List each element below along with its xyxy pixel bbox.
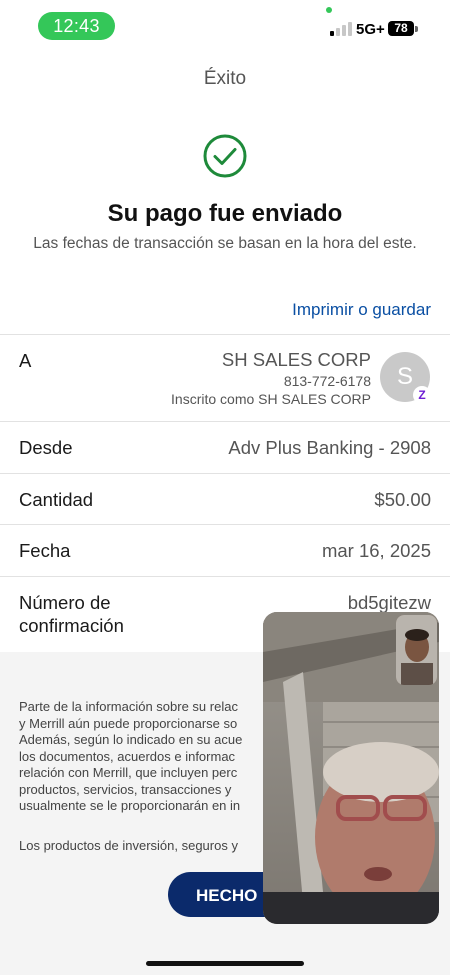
zelle-icon: Z [413, 386, 431, 404]
disclosure-line: usualmente se le proporcionarán en in [19, 798, 241, 813]
date-label: Fecha [19, 540, 71, 561]
disclosure-line: Parte de la información sobre su relac [19, 699, 238, 714]
divider [0, 576, 450, 577]
confirmation-number-value: bd5gitezw [347, 592, 431, 613]
clock-pill[interactable]: 12:43 [38, 12, 115, 40]
confirmation-number-label-line2: confirmación [19, 615, 124, 636]
disclosure-line: Además, según lo indicado en su acue [19, 732, 243, 747]
check-circle-icon [203, 134, 247, 178]
disclosure-line: y Merrill aún puede proporcionarse so [19, 715, 238, 731]
disclosure-line: relación con Merrill, que incluyen perc [19, 765, 238, 780]
divider [0, 473, 450, 474]
success-heading: Su pago fue enviado [107, 200, 343, 227]
status-bar: 12:43 5G+ 78 [0, 0, 450, 52]
camera-indicator-dot [326, 7, 332, 13]
payee-phone: 813-772-6178 [283, 373, 371, 389]
from-account-value: Adv Plus Banking - 2908 [228, 437, 431, 458]
home-indicator[interactable] [146, 961, 304, 966]
confirmation-number-label-line1: Número de [19, 592, 111, 613]
disclosure-text: Parte de la información sobre su relac y… [19, 699, 264, 815]
divider [0, 421, 450, 422]
payee-enrolled-name: Inscrito como SH SALES CORP [171, 391, 371, 407]
signal-strength-icon [330, 22, 352, 36]
amount-label: Cantidad [19, 489, 94, 510]
battery-icon: 78 [388, 21, 414, 36]
to-label: A [19, 350, 32, 371]
self-view-thumbnail[interactable] [396, 615, 437, 685]
amount-value: $50.00 [374, 489, 431, 510]
print-or-save-link[interactable]: Imprimir o guardar [292, 300, 431, 320]
disclosure-line: productos, servicios, transacciones y [19, 781, 232, 797]
divider [0, 524, 450, 525]
timezone-note: Las fechas de transacción se basan en la… [33, 235, 417, 252]
disclosure-line: los documentos, acuerdos e informac [19, 748, 236, 764]
battery-tip [415, 26, 418, 32]
from-label: Desde [19, 437, 73, 458]
self-view-feed [396, 615, 437, 685]
disclosure-investment-text: Los productos de inversión, seguros y [19, 838, 238, 853]
divider [0, 334, 450, 335]
payee-name: SH SALES CORP [221, 349, 371, 370]
page-title: Éxito [203, 68, 247, 89]
date-value: mar 16, 2025 [321, 540, 431, 561]
network-type: 5G+ [356, 21, 385, 38]
